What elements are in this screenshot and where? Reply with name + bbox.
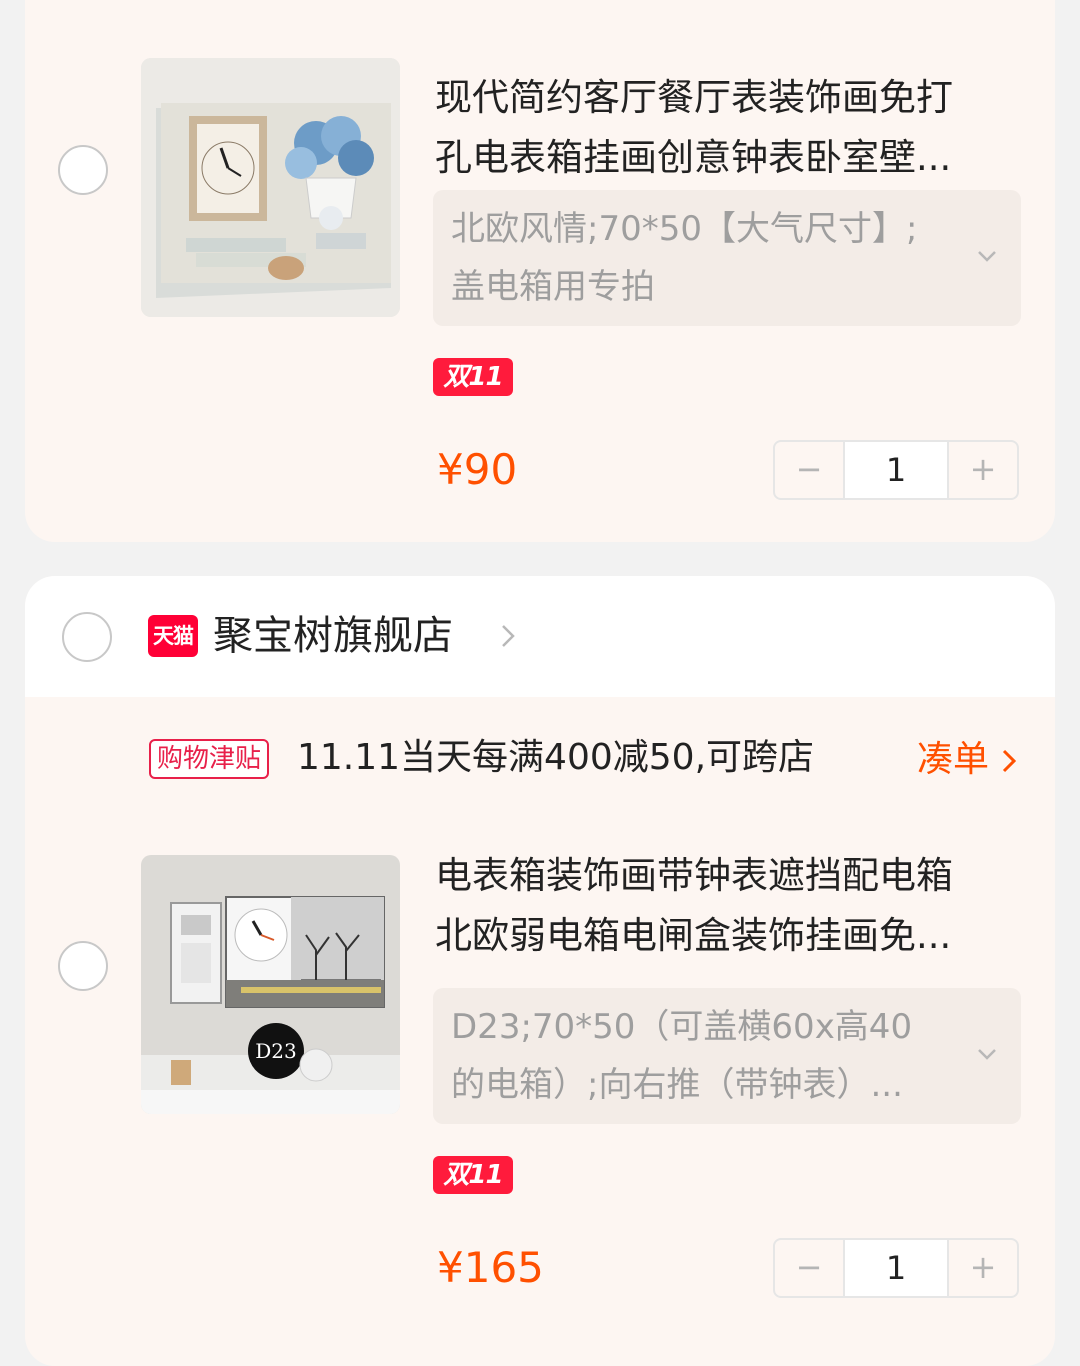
promo-text: 11.11当天每满400减50,可跨店 (297, 737, 815, 778)
increase-quantity-button[interactable]: + (949, 442, 1017, 498)
chevron-right-icon[interactable] (495, 620, 523, 652)
sku-text-line: 北欧风情;70*50【大气尺寸】; (451, 209, 918, 249)
sku-text-line: 盖电箱用专拍 (451, 267, 655, 307)
chevron-down-icon (978, 251, 996, 262)
shopping-allowance-tag: 购物津贴 (149, 739, 270, 779)
product-price: ¥165 (437, 1243, 544, 1292)
store-header: 天猫 聚宝树旗舰店 (25, 576, 1055, 697)
chevron-right-icon[interactable] (999, 746, 1021, 776)
sku-text-line: D23;70*50（可盖横60x高40 (451, 1007, 913, 1047)
decrease-quantity-button[interactable]: − (775, 442, 843, 498)
product-image[interactable] (141, 58, 400, 317)
item-select-radio[interactable] (58, 941, 108, 991)
clock-painting-image (141, 58, 400, 317)
quantity-stepper: − 1 + (773, 440, 1019, 500)
increase-quantity-button[interactable]: + (949, 1240, 1017, 1296)
image-label: D23 (255, 1039, 296, 1063)
item-select-radio[interactable] (58, 145, 108, 195)
add-on-items-link[interactable]: 凑单 (917, 736, 989, 784)
store-name[interactable]: 聚宝树旗舰店 (213, 610, 453, 662)
sku-selector[interactable]: 北欧风情;70*50【大气尺寸】; 盖电箱用专拍 (433, 190, 1021, 326)
product-title-line: 电表箱装饰画带钟表遮挡配电箱 (435, 854, 953, 897)
product-title[interactable]: 现代简约客厅餐厅表装饰画免打 孔电表箱挂画创意钟表卧室壁... (435, 68, 1005, 188)
product-title[interactable]: 电表箱装饰画带钟表遮挡配电箱 北欧弱电箱电闸盒装饰挂画免... (435, 846, 1005, 966)
cart-store-card: 天猫 聚宝树旗舰店 购物津贴 11.11当天每满400减50,可跨店 凑单 D2… (25, 576, 1055, 1366)
quantity-input[interactable]: 1 (843, 442, 949, 498)
chevron-down-icon (978, 1049, 996, 1060)
store-select-radio[interactable] (62, 612, 112, 662)
tmall-badge: 天猫 (148, 615, 198, 657)
double-11-badge: 双11 (433, 1156, 513, 1194)
product-price: ¥90 (437, 445, 518, 494)
product-image[interactable]: D23 (141, 855, 400, 1114)
sku-selector[interactable]: D23;70*50（可盖横60x高40 的电箱）;向右推（带钟表）... (433, 988, 1021, 1124)
sku-text-line: 的电箱）;向右推（带钟表）... (451, 1065, 903, 1105)
product-title-line: 现代简约客厅餐厅表装饰画免打 (435, 76, 953, 119)
quantity-stepper: − 1 + (773, 1238, 1019, 1298)
decrease-quantity-button[interactable]: − (775, 1240, 843, 1296)
product-title-line: 北欧弱电箱电闸盒装饰挂画免... (435, 914, 952, 957)
product-title-line: 孔电表箱挂画创意钟表卧室壁... (435, 136, 952, 179)
double-11-badge: 双11 (433, 358, 513, 396)
cart-store-card: 现代简约客厅餐厅表装饰画免打 孔电表箱挂画创意钟表卧室壁... 北欧风情;70*… (25, 0, 1055, 542)
quantity-input[interactable]: 1 (843, 1240, 949, 1296)
meter-box-painting-image: D23 (141, 855, 400, 1114)
